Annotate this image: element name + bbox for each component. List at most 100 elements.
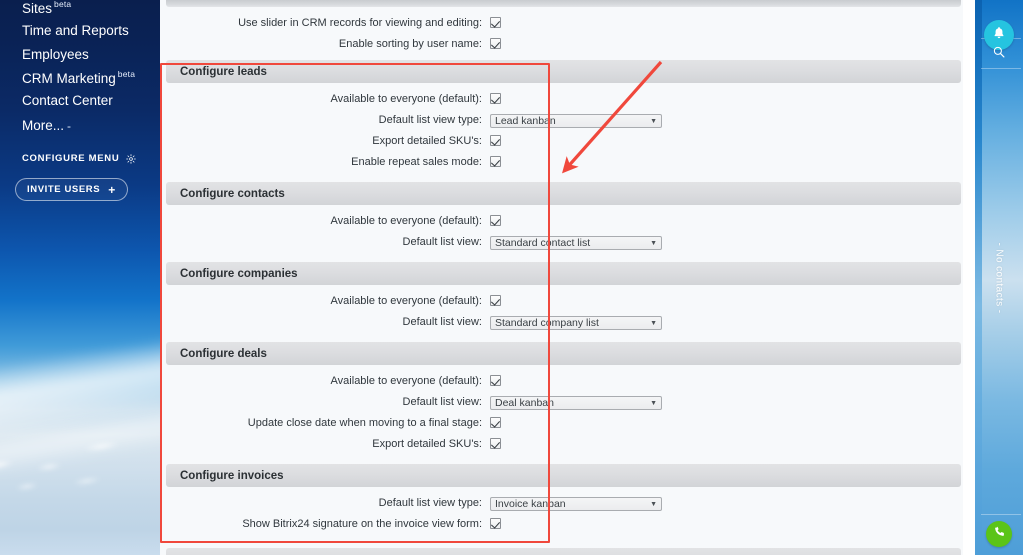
field-control: Deal kanban ▼ — [490, 396, 662, 410]
field-row: Enable sorting by user name: — [160, 37, 965, 59]
section-header-companies: Configure companies — [166, 262, 961, 285]
section-title: Configure deals — [180, 347, 267, 360]
leads-export-sku-checkbox[interactable] — [490, 135, 501, 146]
select-value: Standard company list — [495, 317, 599, 329]
field-label: Enable sorting by user name: — [338, 38, 482, 50]
companies-available-checkbox[interactable] — [490, 295, 501, 306]
field-control — [490, 295, 501, 313]
field-label: Default list view type: — [378, 497, 482, 509]
deals-export-sku-checkbox[interactable] — [490, 438, 501, 449]
use-slider-checkbox[interactable] — [490, 17, 501, 28]
field-control — [490, 17, 501, 35]
call-button[interactable] — [986, 521, 1012, 547]
companies-view-select[interactable]: Standard company list ▼ — [490, 316, 662, 330]
field-row: Default list view type: Invoice kanban ▼ — [160, 496, 965, 518]
field-control: Invoice kanban ▼ — [490, 497, 662, 511]
section-header-contacts: Configure contacts — [166, 182, 961, 205]
sidebar-item-badge: beta — [54, 0, 72, 9]
sidebar-item-label: Employees — [22, 47, 89, 62]
field-row: Available to everyone (default): — [160, 294, 965, 316]
field-control — [490, 93, 501, 111]
section-header-invoices: Configure invoices — [166, 464, 961, 487]
sidebar-item-sites[interactable]: Sites beta — [0, 0, 71, 25]
sidebar-item-badge: beta — [117, 69, 136, 79]
section-title: Configure companies — [180, 267, 298, 280]
sidebar-item-label: Contact Center — [22, 93, 113, 108]
field-control — [490, 156, 501, 174]
field-row: Show Bitrix24 signature on the invoice v… — [160, 517, 965, 539]
field-row: Default list view: Standard contact list ▼ — [160, 235, 965, 257]
invite-users-button[interactable]: INVITE USERS + — [15, 178, 128, 201]
right-sidebar-divider — [981, 68, 1021, 69]
select-value: Deal kanban — [495, 397, 554, 409]
deals-available-checkbox[interactable] — [490, 375, 501, 386]
leads-repeat-sales-checkbox[interactable] — [490, 156, 501, 167]
section-title: Configure leads — [180, 65, 267, 78]
sidebar-item-time-and-reports[interactable]: Time and Reports — [0, 24, 129, 49]
field-control — [490, 518, 501, 536]
settings-form: Use slider in CRM records for viewing an… — [160, 0, 965, 555]
field-label: Default list view: — [402, 236, 482, 248]
field-row: Available to everyone (default): — [160, 374, 965, 396]
select-value: Standard contact list — [495, 237, 591, 249]
enable-sorting-checkbox[interactable] — [490, 38, 501, 49]
invoices-signature-checkbox[interactable] — [490, 518, 501, 529]
leads-view-type-select[interactable]: Lead kanban ▼ — [490, 114, 662, 128]
section-header-leads: Configure leads — [166, 60, 961, 83]
right-sidebar-divider — [981, 514, 1021, 515]
field-row: Default list view type: Lead kanban ▼ — [160, 113, 965, 135]
field-control — [490, 215, 501, 233]
field-label: Available to everyone (default): — [330, 295, 482, 307]
field-control — [490, 438, 501, 456]
field-label: Export detailed SKU's: — [372, 438, 482, 450]
app-window: Sites beta Time and Reports Employees CRM… — [0, 0, 1023, 555]
plus-icon: + — [108, 182, 116, 197]
field-label: Available to everyone (default): — [330, 93, 482, 105]
field-label: Available to everyone (default): — [330, 215, 482, 227]
field-row: Enable repeat sales mode: — [160, 155, 965, 177]
section-title: Configure invoices — [180, 469, 284, 482]
field-label: Update close date when moving to a final… — [247, 417, 482, 429]
chevron-down-icon: ▼ — [650, 117, 657, 125]
field-control: Standard contact list ▼ — [490, 236, 662, 250]
phone-icon — [993, 525, 1006, 543]
configure-menu-label: CONFIGURE MENU — [22, 153, 120, 164]
field-control: Lead kanban ▼ — [490, 114, 662, 128]
search-icon — [992, 45, 1006, 64]
field-label: Use slider in CRM records for viewing an… — [238, 17, 482, 29]
sidebar-item-crm-marketing[interactable]: CRM Marketing beta — [0, 70, 135, 95]
right-sidebar: - No contacts - — [975, 0, 1023, 555]
chevron-down-icon: ▼ — [650, 399, 657, 407]
top-section-header-partial — [166, 0, 961, 7]
gear-icon — [126, 153, 137, 164]
field-label: Export detailed SKU's: — [372, 135, 482, 147]
sidebar-item-more[interactable]: More... - — [0, 119, 71, 144]
deals-close-date-checkbox[interactable] — [490, 417, 501, 428]
deals-view-select[interactable]: Deal kanban ▼ — [490, 396, 662, 410]
field-row: Update close date when moving to a final… — [160, 416, 965, 438]
field-control — [490, 38, 501, 56]
field-row: Use slider in CRM records for viewing an… — [160, 16, 965, 38]
search-button[interactable] — [985, 40, 1013, 68]
field-label: Default list view: — [402, 396, 482, 408]
configure-menu-button[interactable]: CONFIGURE MENU — [22, 153, 137, 164]
right-sidebar-edge — [975, 0, 982, 555]
chevron-down-icon: ▼ — [650, 500, 657, 508]
sidebar-item-contact-center[interactable]: Contact Center — [0, 94, 113, 119]
field-row: Export detailed SKU's: — [160, 437, 965, 459]
section-title: Configure contacts — [180, 187, 285, 200]
field-control — [490, 417, 501, 435]
invite-users-label: INVITE USERS — [27, 184, 101, 195]
select-value: Invoice kanban — [495, 498, 566, 510]
contacts-available-checkbox[interactable] — [490, 215, 501, 226]
right-gutter — [963, 0, 975, 555]
field-control — [490, 135, 501, 153]
contacts-view-select[interactable]: Standard contact list ▼ — [490, 236, 662, 250]
field-row: Default list view: Deal kanban ▼ — [160, 395, 965, 417]
field-row: Available to everyone (default): — [160, 92, 965, 114]
sidebar-item-label: Time and Reports — [22, 23, 129, 38]
leads-available-checkbox[interactable] — [490, 93, 501, 104]
invoices-view-type-select[interactable]: Invoice kanban ▼ — [490, 497, 662, 511]
field-control — [490, 375, 501, 393]
chevron-down-icon: ▼ — [650, 319, 657, 327]
